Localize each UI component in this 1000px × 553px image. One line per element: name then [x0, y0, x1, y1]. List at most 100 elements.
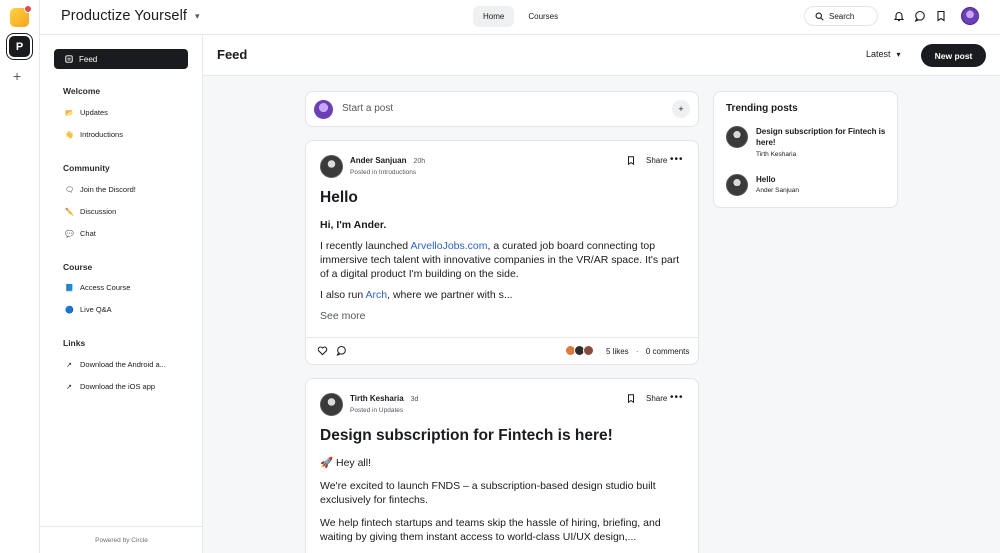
avatar — [583, 345, 594, 356]
tab-home[interactable]: Home — [473, 6, 515, 27]
chevron-down-icon: ▾ — [896, 49, 901, 59]
posted-in-prefix: Posted in — [350, 407, 378, 414]
sidebar-item-android-app[interactable]: ↗ Download the Android a... — [65, 360, 166, 369]
sidebar-item-label: Chat — [80, 229, 96, 238]
trending-item[interactable]: Hello Ander Sanjuan — [726, 174, 891, 198]
sidebar-item-live-qa[interactable]: 🔵 Live Q&A — [65, 305, 112, 314]
avatar — [314, 100, 333, 119]
separator: · — [635, 347, 639, 356]
liker-avatars[interactable] — [565, 345, 594, 356]
more-options-icon[interactable]: ••• — [670, 154, 684, 165]
posted-in-space-link[interactable]: Introductions — [379, 169, 416, 176]
sidebar-item-updates[interactable]: 📂 Updates — [65, 108, 108, 117]
share-button[interactable]: Share — [626, 155, 667, 166]
trending-item[interactable]: Design subscription for Fintech is here!… — [726, 126, 891, 162]
external-link-icon: ↗ — [66, 383, 72, 391]
section-title-links: Links — [63, 338, 86, 348]
posted-in: Posted in Introductions — [350, 169, 416, 176]
heart-icon[interactable] — [317, 345, 328, 356]
section-title-welcome: Welcome — [63, 86, 101, 96]
trending-posts-card: Trending posts Design subscription for F… — [713, 91, 898, 208]
post-title[interactable]: Hello — [320, 189, 358, 207]
sidebar-item-label: Discussion — [80, 207, 117, 216]
share-button[interactable]: Share — [626, 393, 667, 404]
user-avatar[interactable] — [961, 7, 979, 25]
post-body: Hi, I'm Ander. I recently launched Arvel… — [320, 218, 686, 330]
post-author[interactable]: Tirth Kesharia 3d — [350, 394, 418, 403]
top-bar: Productize Yourself ▾ Home Courses Searc… — [40, 0, 1000, 35]
book-icon: 📘 — [65, 284, 74, 292]
wave-icon: 👋 — [65, 131, 74, 139]
start-post-card[interactable]: Start a post + — [305, 91, 699, 127]
post-card: Tirth Kesharia 3d Posted in Updates Shar… — [305, 378, 699, 553]
search-button[interactable]: Search — [804, 6, 878, 26]
start-post-placeholder: Start a post — [342, 103, 394, 114]
trending-title: Trending posts — [726, 103, 798, 114]
community-name[interactable]: Productize Yourself ▾ — [61, 8, 200, 24]
author-name: Tirth Kesharia — [350, 394, 404, 403]
section-title-community: Community — [63, 163, 110, 173]
avatar[interactable] — [320, 155, 343, 178]
feed-header: Feed Latest ▾ New post — [203, 35, 1000, 76]
sidebar-item-label: Download the iOS app — [80, 382, 156, 391]
sort-label: Latest — [866, 49, 891, 59]
avatar — [726, 126, 748, 148]
section-title-course: Course — [63, 262, 93, 272]
app-logo-icon[interactable] — [10, 5, 32, 27]
main-nav: Home Courses — [473, 6, 568, 27]
community-switcher-p[interactable]: P — [9, 36, 30, 57]
bookmark-icon[interactable] — [935, 10, 947, 22]
posted-in-prefix: Posted in — [350, 169, 378, 176]
arch-link[interactable]: Arch — [366, 289, 388, 301]
post-paragraph: We help fintech startups and teams skip … — [320, 517, 661, 543]
arvellojobs-link[interactable]: ArvelloJobs.com — [410, 240, 487, 252]
post-title[interactable]: Design subscription for Fintech is here! — [320, 427, 613, 445]
post-paragraph: I also run Arch, where we partner with s… — [320, 288, 686, 302]
sidebar-item-introductions[interactable]: 👋 Introductions — [65, 130, 123, 139]
powered-by-link[interactable]: Powered by Circle — [40, 526, 203, 553]
sidebar-item-ios-app[interactable]: ↗ Download the iOS app — [65, 382, 155, 391]
chat-bubble-icon[interactable] — [914, 10, 926, 22]
sidebar-item-access-course[interactable]: 📘 Access Course — [65, 283, 130, 292]
post-paragraph: 🚀 Hey all! — [320, 457, 372, 469]
share-label: Share — [646, 394, 668, 403]
more-options-icon[interactable]: ••• — [670, 392, 684, 403]
comments-count[interactable]: 0 comments — [646, 347, 690, 356]
bell-icon[interactable] — [893, 10, 905, 22]
blue-circle-icon: 🔵 — [65, 306, 74, 314]
add-community-icon[interactable]: + — [13, 68, 21, 84]
sidebar-item-discussion[interactable]: ✏️ Discussion — [65, 207, 116, 216]
speech-bubble-icon: 🗨 — [65, 186, 74, 194]
post-time: 3d — [410, 396, 419, 403]
post-author[interactable]: Ander Sanjuan 20h — [350, 156, 425, 165]
avatar[interactable] — [320, 393, 343, 416]
sidebar-item-label: Access Course — [80, 283, 131, 292]
post-stats: 5 likes · 0 comments — [606, 347, 689, 356]
post-paragraph: We're excited to launch FNDS – a subscri… — [320, 480, 656, 506]
comment-icon[interactable] — [336, 345, 347, 356]
sidebar-item-chat[interactable]: 💬 Chat — [65, 229, 96, 238]
see-more-link[interactable]: See more — [320, 309, 686, 323]
folder-icon: 📂 — [65, 109, 74, 117]
community-name-label: Productize Yourself — [61, 8, 188, 24]
bookmark-icon[interactable] — [626, 393, 636, 404]
sidebar-item-feed[interactable]: Feed — [54, 49, 188, 69]
pencil-icon: ✏️ — [65, 208, 74, 216]
share-label: Share — [646, 156, 668, 165]
new-post-button[interactable]: New post — [921, 44, 986, 67]
post-greeting: Hi, I'm Ander. — [320, 219, 387, 231]
sort-dropdown[interactable]: Latest ▾ — [866, 49, 901, 59]
avatar — [726, 174, 748, 196]
author-name: Ander Sanjuan — [350, 156, 407, 165]
search-icon — [815, 12, 824, 21]
tab-courses[interactable]: Courses — [518, 6, 568, 27]
sidebar-item-label: Introductions — [80, 130, 123, 139]
likes-count[interactable]: 5 likes — [606, 347, 629, 356]
plus-icon[interactable]: + — [672, 100, 690, 118]
page-title: Feed — [217, 47, 248, 62]
sidebar-item-discord[interactable]: 🗨 Join the Discord! — [65, 185, 136, 194]
bookmark-icon[interactable] — [626, 155, 636, 166]
trending-item-author: Ander Sanjuan — [756, 187, 800, 194]
posted-in-space-link[interactable]: Updates — [379, 407, 403, 414]
post-body: 🚀 Hey all! We're excited to launch FNDS … — [320, 456, 686, 551]
